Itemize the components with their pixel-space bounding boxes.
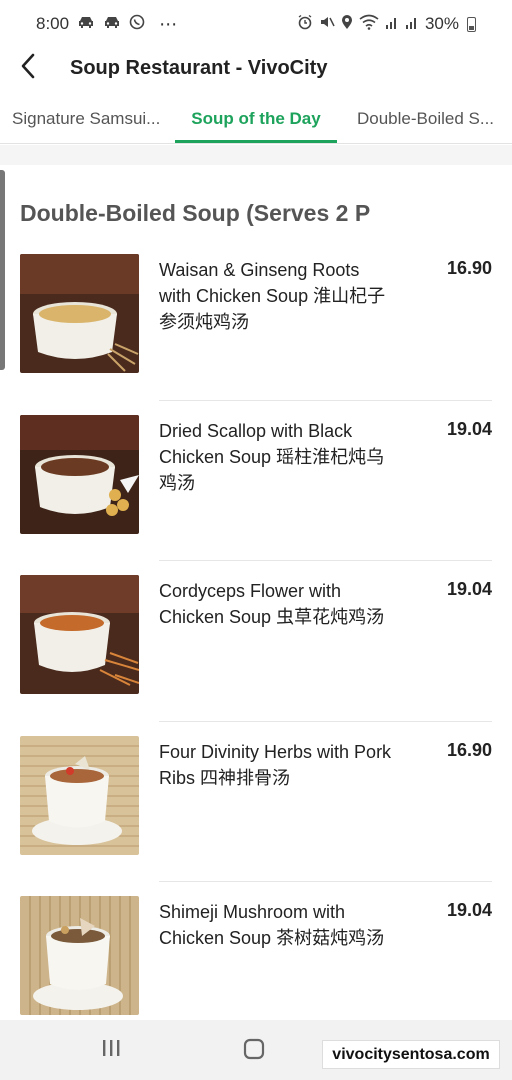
alarm-icon <box>297 14 313 34</box>
app-header: Soup Restaurant - VivoCity <box>0 48 512 88</box>
item-price: 16.90 <box>446 739 492 760</box>
menu-item[interactable]: Cordyceps Flower with Chicken Soup 虫草花炖鸡… <box>0 561 512 722</box>
section-title: Double-Boiled Soup (Serves 2 P <box>20 200 371 226</box>
battery-percent: 30% <box>424 14 459 33</box>
food-image <box>20 254 139 373</box>
status-time: 8:00 <box>36 14 70 33</box>
food-image <box>20 575 139 694</box>
item-price: 16.90 <box>446 258 492 278</box>
menu-item[interactable]: Dried Scallop with Black Chicken Soup 瑶柱… <box>0 401 512 561</box>
tab-double-boiled-soup[interactable]: Double-Boiled S... <box>337 94 512 143</box>
back-button[interactable] <box>0 48 56 88</box>
home-button[interactable] <box>243 1038 265 1065</box>
item-name: Dried Scallop with Black Chicken Soup 瑶柱… <box>159 420 385 493</box>
mute-icon <box>319 14 335 34</box>
home-icon <box>243 1038 265 1064</box>
item-name: Waisan & Ginseng Roots with Chicken Soup… <box>159 260 386 332</box>
car-icon <box>103 15 121 33</box>
location-icon <box>341 14 353 34</box>
recents-icon <box>100 1040 122 1062</box>
status-bar: 8:00 ⋯ 30% <box>0 0 512 48</box>
tab-signature-samsui[interactable]: Signature Samsui... <box>0 94 175 143</box>
menu-item[interactable]: Waisan & Ginseng Roots with Chicken Soup… <box>0 240 512 401</box>
category-tabs: Signature Samsui... Soup of the Day Doub… <box>0 94 512 144</box>
back-arrow-icon <box>19 53 37 84</box>
page-title: Soup Restaurant - VivoCity <box>70 56 328 79</box>
menu-item[interactable]: Shimeji Mushroom with Chicken Soup 茶树菇炖鸡… <box>0 882 512 1043</box>
more-dots-icon: ⋯ <box>159 13 178 34</box>
food-image <box>20 414 139 534</box>
section-separator <box>0 145 512 165</box>
food-image <box>20 896 139 1015</box>
food-image <box>20 735 139 855</box>
wifi-icon <box>359 14 379 34</box>
item-price: 19.04 <box>446 418 492 439</box>
menu-item[interactable]: Four Divinity Herbs with Pork Ribs 四神排骨汤… <box>0 722 512 882</box>
item-name: Four Divinity Herbs with Pork Ribs 四神排骨汤 <box>159 741 392 788</box>
signal-icon <box>385 14 399 34</box>
item-name: Shimeji Mushroom with Chicken Soup 茶树菇炖鸡… <box>159 902 385 948</box>
item-price: 19.04 <box>446 579 492 599</box>
item-name: Cordyceps Flower with Chicken Soup 虫草花炖鸡… <box>159 581 385 627</box>
item-price: 19.04 <box>446 900 492 920</box>
signal-icon <box>405 14 419 34</box>
recents-button[interactable] <box>100 1038 122 1063</box>
menu-list: Waisan & Ginseng Roots with Chicken Soup… <box>0 240 512 1043</box>
tab-soup-of-the-day[interactable]: Soup of the Day <box>175 94 337 143</box>
watermark: vivocitysentosa.com <box>322 1040 500 1069</box>
battery-icon <box>467 16 476 32</box>
whatsapp-icon <box>129 14 145 34</box>
car-icon <box>77 15 95 33</box>
